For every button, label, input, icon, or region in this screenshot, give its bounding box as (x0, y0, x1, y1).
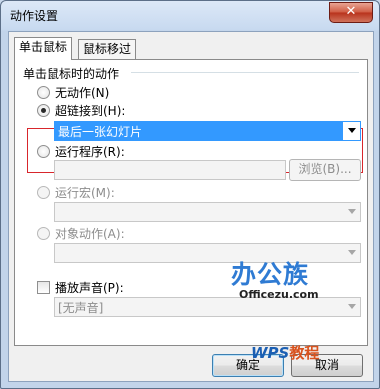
dialog-client: 单击鼠标 鼠标移过 单击鼠标时的动作 无动作(N) 超链接到(H): 最后一张幻… (8, 31, 374, 382)
sound-select-value: [无声音] (58, 301, 104, 315)
chevron-down-icon (348, 209, 356, 214)
tab-mouse-over[interactable]: 鼠标移过 (78, 39, 137, 60)
radio-none[interactable] (37, 86, 50, 99)
radio-hyperlink[interactable] (37, 104, 50, 117)
hyperlink-select-value: 最后一张幻灯片 (58, 125, 143, 139)
watermark-logo-text: 办公族 (231, 260, 310, 289)
watermark-site: Officezu.com (239, 288, 319, 301)
tab-panel: 单击鼠标时的动作 无动作(N) 超链接到(H): 最后一张幻灯片 运行程序(R)… (14, 59, 368, 346)
radio-run-macro-label: 运行宏(M): (55, 186, 115, 200)
dialog-window: 动作设置 ✕ 单击鼠标 鼠标移过 单击鼠标时的动作 无动作(N) 超链接到(H)… (0, 0, 380, 389)
radio-none-label: 无动作(N) (55, 86, 110, 100)
chevron-down-icon (348, 304, 356, 309)
play-sound-checkbox[interactable] (37, 281, 50, 294)
watermark-tutorial: 教程 (289, 344, 320, 362)
watermark-wps: WPS教程 (251, 342, 319, 363)
browse-button[interactable]: 浏览(B)... (289, 159, 361, 181)
play-sound-label: 播放声音(P): (55, 281, 124, 295)
radio-run-macro[interactable] (37, 186, 50, 199)
radio-run-program-label: 运行程序(R): (55, 145, 125, 159)
radio-hyperlink-label: 超链接到(H): (55, 104, 126, 118)
radio-object-action[interactable] (37, 227, 50, 240)
watermark-wps-text: WPS (251, 344, 290, 362)
chevron-down-icon (348, 250, 356, 255)
run-program-input[interactable] (54, 160, 286, 180)
radio-run-program[interactable] (37, 145, 50, 158)
tab-click[interactable]: 单击鼠标 (14, 37, 73, 60)
watermark-logo: 办公族 Officezu.com (231, 260, 319, 321)
radio-object-action-label: 对象动作(A): (55, 227, 125, 241)
chevron-down-icon (348, 128, 356, 133)
hyperlink-select[interactable]: 最后一张幻灯片 (54, 121, 361, 141)
run-macro-select[interactable] (54, 202, 361, 222)
close-button[interactable]: ✕ (329, 2, 373, 23)
dialog-title: 动作设置 (10, 9, 59, 23)
hyperlink-dropdown-button[interactable] (343, 122, 360, 140)
object-action-select[interactable] (54, 243, 361, 263)
close-icon: ✕ (345, 4, 357, 19)
group-label: 单击鼠标时的动作 (23, 67, 120, 81)
group-divider (131, 72, 359, 73)
